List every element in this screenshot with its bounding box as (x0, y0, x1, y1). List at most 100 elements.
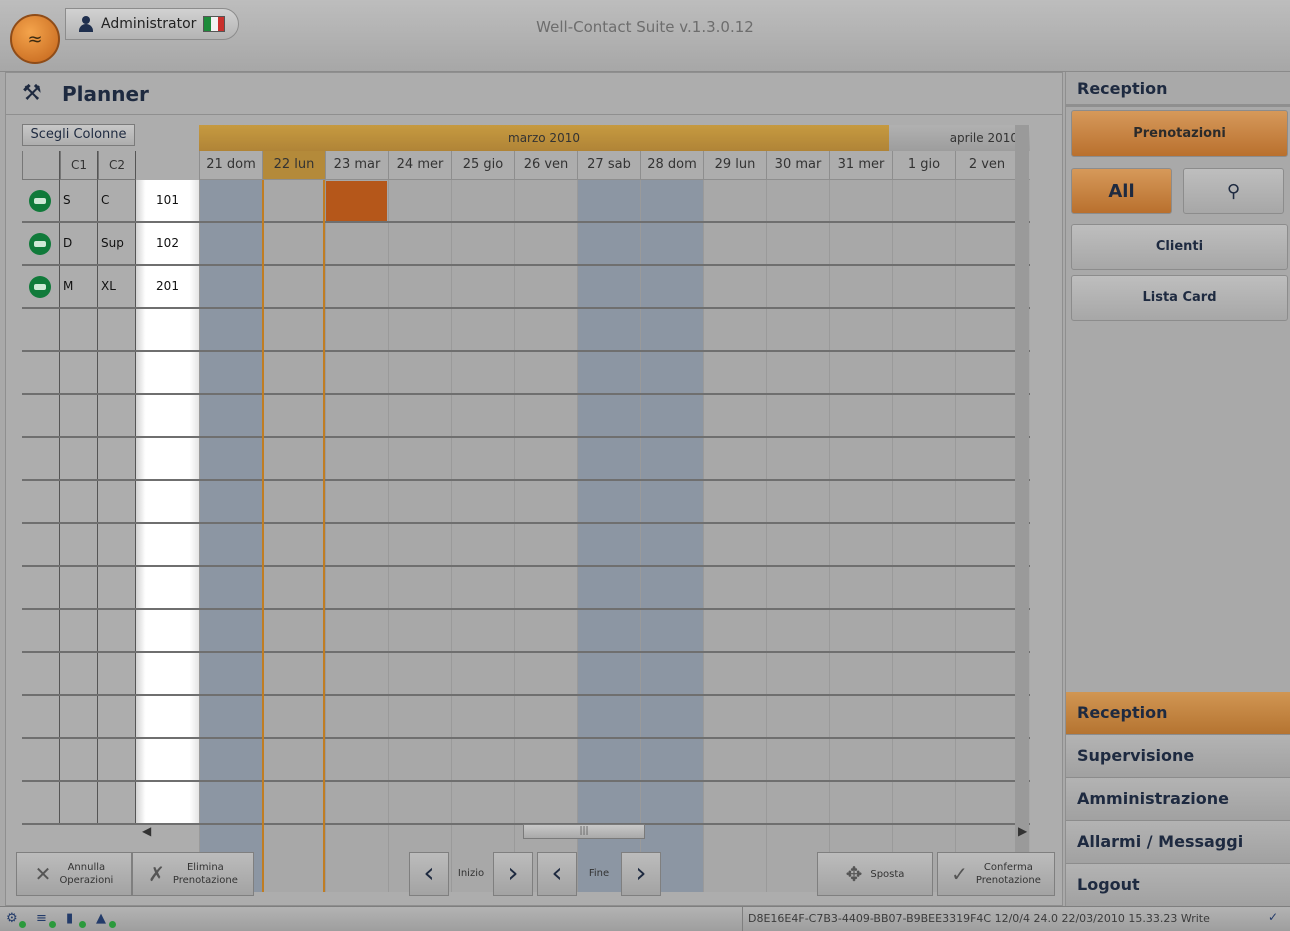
table-row[interactable] (22, 438, 199, 481)
table-row[interactable] (22, 352, 199, 395)
row-status-cell[interactable] (22, 696, 60, 737)
room-status-icon[interactable] (29, 232, 51, 255)
row-status-cell[interactable] (22, 567, 60, 608)
day-column[interactable] (262, 180, 325, 892)
row-c1-cell (60, 610, 98, 651)
choose-columns-button[interactable]: Scegli Colonne (22, 124, 135, 146)
day-column[interactable] (451, 180, 514, 892)
horizontal-scrollbar[interactable]: ◀ ||| ▶ (136, 823, 1036, 839)
end-next-button[interactable]: › (621, 852, 661, 896)
nav-administration[interactable]: Amministrazione (1066, 778, 1290, 821)
day-header[interactable]: 22 lun (262, 151, 325, 180)
table-row[interactable] (22, 610, 199, 653)
day-header[interactable]: 28 dom (640, 151, 703, 180)
row-status-cell[interactable] (22, 223, 60, 264)
table-row[interactable] (22, 524, 199, 567)
row-status-cell[interactable] (22, 782, 60, 823)
nav-reception[interactable]: Reception (1066, 692, 1290, 735)
day-column[interactable] (388, 180, 451, 892)
row-status-cell[interactable] (22, 438, 60, 479)
day-header[interactable]: 31 mer (829, 151, 892, 180)
end-prev-button[interactable]: ‹ (537, 852, 577, 896)
search-icon: ⚲ (1226, 180, 1241, 202)
col-header-c2[interactable]: C2 (98, 151, 136, 180)
row-status-cell[interactable] (22, 739, 60, 780)
day-header[interactable]: 24 mer (388, 151, 451, 180)
table-row[interactable] (22, 395, 199, 438)
day-column[interactable] (892, 180, 955, 892)
scroll-right-arrow-icon[interactable]: ▶ (1018, 823, 1028, 839)
day-column[interactable] (640, 180, 703, 892)
day-column[interactable] (577, 180, 640, 892)
table-row[interactable] (22, 696, 199, 739)
card-list-button[interactable]: Lista Card (1071, 275, 1288, 321)
nav-alarms-messages[interactable]: Allarmi / Messaggi (1066, 821, 1290, 864)
table-row[interactable] (22, 481, 199, 524)
cancel-operations-button[interactable]: ✕ Annulla Operazioni (16, 852, 132, 896)
search-booking-button[interactable]: ⚲ (1183, 168, 1284, 214)
day-column[interactable] (955, 180, 1018, 892)
row-status-cell[interactable] (22, 180, 60, 221)
day-header[interactable]: 23 mar (325, 151, 388, 180)
booking-grid[interactable] (199, 180, 1030, 892)
room-status-icon[interactable] (29, 275, 51, 298)
room-table: C1 C2 S C 101 D Sup 102 M XL 201 (22, 151, 199, 891)
row-status-cell[interactable] (22, 610, 60, 651)
row-status-cell[interactable] (22, 524, 60, 565)
clients-button[interactable]: Clienti (1071, 224, 1288, 270)
row-c1-cell (60, 782, 98, 823)
table-row[interactable] (22, 567, 199, 610)
nav-logout[interactable]: Logout (1066, 864, 1290, 907)
table-row[interactable] (22, 653, 199, 696)
row-room-cell (136, 395, 199, 436)
day-header[interactable]: 1 gio (892, 151, 955, 180)
day-column[interactable] (514, 180, 577, 892)
row-status-cell[interactable] (22, 309, 60, 350)
table-row[interactable] (22, 309, 199, 352)
row-status-cell[interactable] (22, 653, 60, 694)
day-header[interactable]: 2 ven (955, 151, 1018, 180)
row-status-cell[interactable] (22, 352, 60, 393)
room-table-header: C1 C2 (22, 151, 199, 180)
table-row[interactable] (22, 739, 199, 782)
day-column[interactable] (325, 180, 388, 892)
table-row[interactable] (22, 782, 199, 825)
room-status-icon[interactable] (29, 189, 51, 212)
scroll-thumb[interactable]: ||| (523, 824, 645, 839)
table-row[interactable]: S C 101 (22, 180, 199, 223)
nav-supervision[interactable]: Supervisione (1066, 735, 1290, 778)
move-label: Sposta (870, 868, 905, 880)
row-c1-cell: S (60, 180, 98, 221)
row-status-cell[interactable] (22, 395, 60, 436)
day-header[interactable]: 27 sab (577, 151, 640, 180)
all-bookings-button[interactable]: All (1071, 168, 1172, 214)
start-next-button[interactable]: › (493, 852, 533, 896)
col-header-c1[interactable]: C1 (60, 151, 98, 180)
scroll-left-arrow-icon[interactable]: ◀ (142, 823, 152, 839)
day-column[interactable] (766, 180, 829, 892)
grid-right-edge (1015, 125, 1029, 892)
day-header[interactable]: 26 ven (514, 151, 577, 180)
day-column[interactable] (199, 180, 262, 892)
day-column[interactable] (703, 180, 766, 892)
col-header-status[interactable] (22, 151, 60, 180)
move-button[interactable]: ✥ Sposta (817, 852, 933, 896)
row-status-cell[interactable] (22, 481, 60, 522)
booking-block[interactable] (326, 181, 387, 221)
start-prev-button[interactable]: ‹ (409, 852, 449, 896)
right-panel-title: Reception (1066, 72, 1290, 107)
delete-booking-button[interactable]: ✗ Elimina Prenotazione (132, 852, 254, 896)
day-header[interactable]: 30 mar (766, 151, 829, 180)
day-column[interactable] (829, 180, 892, 892)
confirm-booking-label: Conferma Prenotazione (975, 862, 1041, 886)
table-row[interactable]: D Sup 102 (22, 223, 199, 266)
cross-icon: ✕ (34, 862, 52, 886)
day-header[interactable]: 21 dom (199, 151, 262, 180)
confirm-booking-button[interactable]: ✓ Conferma Prenotazione (937, 852, 1055, 896)
table-row[interactable]: M XL 201 (22, 266, 199, 309)
row-status-cell[interactable] (22, 266, 60, 307)
row-room-cell: 201 (136, 266, 199, 307)
bookings-button[interactable]: Prenotazioni (1071, 110, 1288, 157)
day-header[interactable]: 29 lun (703, 151, 766, 180)
day-header[interactable]: 25 gio (451, 151, 514, 180)
